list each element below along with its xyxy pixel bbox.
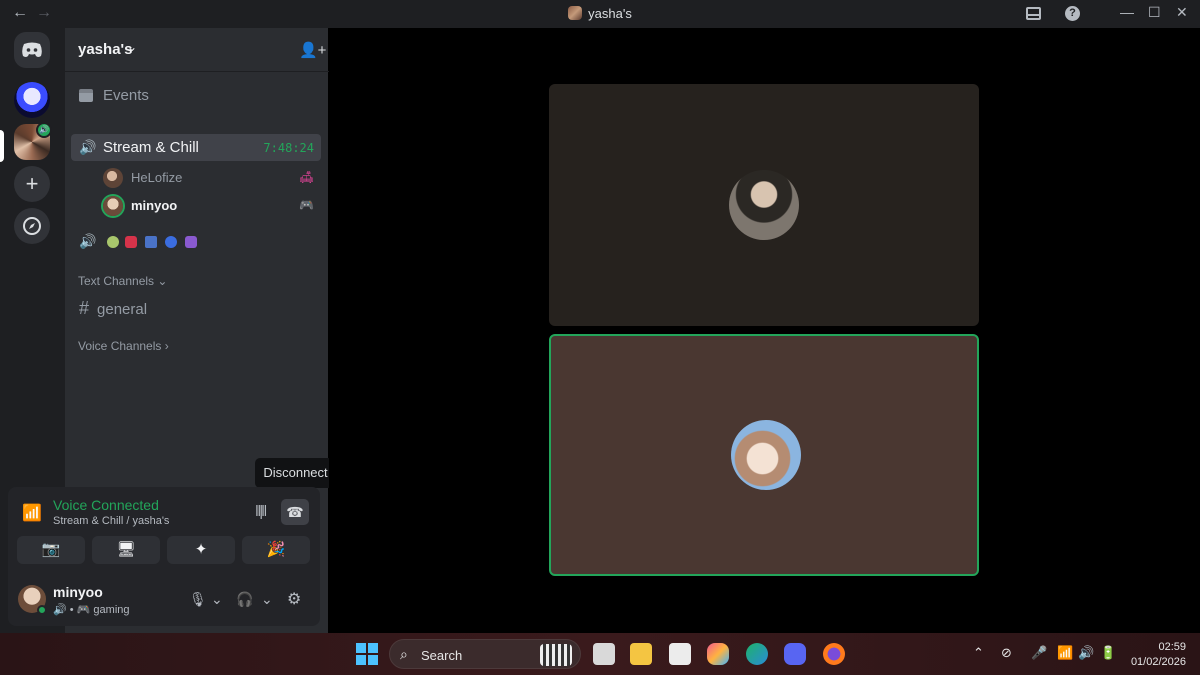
- voice-user-panel: 📶 Voice Connected Stream & Chill / yasha…: [8, 487, 320, 626]
- window-title-text: yasha's: [588, 6, 632, 21]
- clock-date: 01/02/2026: [1130, 656, 1186, 668]
- chevron-down-icon: ⌄: [127, 40, 138, 54]
- emoji-frame: [145, 236, 157, 248]
- screen-share-button[interactable]: 🖥: [92, 536, 160, 564]
- emoji-cyclone: [165, 236, 177, 248]
- speaker-icon: 🔊: [79, 233, 97, 249]
- clock-time: 02:59: [1158, 641, 1186, 653]
- hash-icon: #: [79, 298, 90, 318]
- category-label: Text Channels: [78, 274, 155, 288]
- firefox-icon[interactable]: [823, 643, 845, 665]
- windows-start-icon[interactable]: [356, 643, 378, 665]
- title-bar: ← → yasha's ? — ☐ ✕: [0, 0, 1200, 28]
- avatar: [103, 196, 123, 216]
- chevron-down-icon[interactable]: ⌄: [261, 591, 273, 608]
- member-name: minyoo: [131, 198, 178, 213]
- avatar: [103, 168, 123, 188]
- voice-channel-stream-chill[interactable]: 🔊 Stream & Chill 7:48:24: [71, 134, 321, 161]
- participant-tile[interactable]: [549, 84, 979, 326]
- copilot-icon[interactable]: [707, 643, 729, 665]
- home-button[interactable]: [14, 32, 50, 68]
- voice-badge-icon: 🔊: [36, 122, 52, 138]
- clock[interactable]: 02:59 01/02/2026: [1128, 640, 1186, 670]
- category-text-channels[interactable]: Text Channels ⌄: [78, 274, 167, 288]
- calendar-icon: [79, 89, 93, 102]
- discord-icon: [22, 42, 42, 57]
- participant-avatar: [731, 420, 801, 490]
- signal-icon[interactable]: 📶: [22, 503, 42, 523]
- tray-app-icon[interactable]: ⊘: [1001, 645, 1012, 661]
- noise-suppression-icon[interactable]: ‖|‖: [255, 503, 267, 520]
- close-icon[interactable]: ✕: [1176, 4, 1188, 21]
- emoji-melon: [107, 236, 119, 248]
- voice-channel-name: Stream & Chill: [103, 139, 199, 156]
- discover-button[interactable]: [14, 208, 50, 244]
- window-title: yasha's: [0, 6, 1200, 21]
- events-label: Events: [103, 87, 149, 104]
- voice-timer: 7:48:24: [263, 141, 314, 155]
- gear-icon[interactable]: ⚙: [287, 589, 301, 609]
- maximize-icon[interactable]: ☐: [1148, 4, 1161, 21]
- couch-icon: 🛋: [299, 170, 315, 184]
- inbox-icon[interactable]: [1026, 7, 1041, 20]
- compass-icon: [23, 217, 41, 235]
- file-explorer-icon[interactable]: [630, 643, 652, 665]
- speaker-icon: 🔊: [79, 139, 97, 155]
- status-online-badge: [37, 605, 47, 615]
- server-icon-skull[interactable]: [14, 82, 50, 118]
- participant-tile-speaking[interactable]: [549, 334, 979, 576]
- microphone-tray-icon[interactable]: 🎤: [1031, 645, 1047, 661]
- minimize-icon[interactable]: —: [1120, 4, 1134, 20]
- participant-avatar: [729, 170, 799, 240]
- battery-icon[interactable]: 🔋: [1100, 645, 1116, 661]
- search-icon: ⌕: [400, 646, 408, 662]
- user-status: 🔊 • 🎮 gaming: [53, 604, 130, 616]
- task-view-icon[interactable]: [593, 643, 615, 665]
- events-item[interactable]: Events: [79, 87, 149, 104]
- server-icon: [568, 6, 583, 20]
- gamepad-icon: 🎮: [299, 198, 314, 212]
- member-name: HeLofize: [131, 170, 183, 185]
- headphones-icon[interactable]: 🎧: [236, 591, 253, 608]
- disconnect-button[interactable]: ☎: [281, 499, 309, 525]
- invite-people-icon[interactable]: 👤+: [299, 41, 326, 59]
- chevron-down-icon[interactable]: ⌄: [211, 591, 223, 608]
- discord-taskbar-icon[interactable]: [784, 643, 806, 665]
- search-label: Search: [421, 648, 463, 663]
- microphone-icon[interactable]: 🎙: [189, 591, 207, 608]
- emoji-ribbon: [125, 236, 137, 248]
- emoji-surfer: [185, 236, 197, 248]
- text-channel-general[interactable]: # general: [79, 298, 147, 319]
- voice-subtitle[interactable]: Stream & Chill / yasha's: [53, 515, 169, 527]
- channel-name: general: [97, 301, 148, 318]
- user-name[interactable]: minyoo: [53, 584, 103, 600]
- voice-stage: [329, 28, 1200, 633]
- category-label: Voice Channels: [78, 339, 162, 353]
- wifi-icon[interactable]: 📶: [1057, 645, 1073, 661]
- add-server-button[interactable]: +: [14, 166, 50, 202]
- store-icon[interactable]: [669, 643, 691, 665]
- user-status-text: gaming: [93, 604, 130, 616]
- edge-icon[interactable]: [746, 643, 768, 665]
- disconnect-tooltip: Disconnect: [255, 458, 336, 493]
- soundboard-button[interactable]: 🎉: [242, 536, 310, 564]
- search-highlight-image: [540, 644, 572, 666]
- server-header[interactable]: yasha's ⌄ 👤+: [65, 28, 329, 72]
- server-name: yasha's: [78, 41, 133, 58]
- selected-indicator: [0, 130, 4, 162]
- category-voice-channels[interactable]: Voice Channels ›: [78, 339, 169, 353]
- camera-off-button[interactable]: 📷: [17, 536, 85, 564]
- help-icon[interactable]: ?: [1065, 6, 1080, 21]
- taskbar-search[interactable]: ⌕ Search: [389, 639, 581, 669]
- volume-icon[interactable]: 🔊: [1078, 645, 1094, 661]
- chevron-up-icon[interactable]: ⌃: [973, 645, 984, 661]
- voice-status[interactable]: Voice Connected: [53, 497, 159, 513]
- activities-button[interactable]: ✦: [167, 536, 235, 564]
- windows-taskbar: ⌕ Search ⌃ ⊘ 🎤 📶 🔊 🔋 02:59 01/02/2026: [0, 633, 1200, 675]
